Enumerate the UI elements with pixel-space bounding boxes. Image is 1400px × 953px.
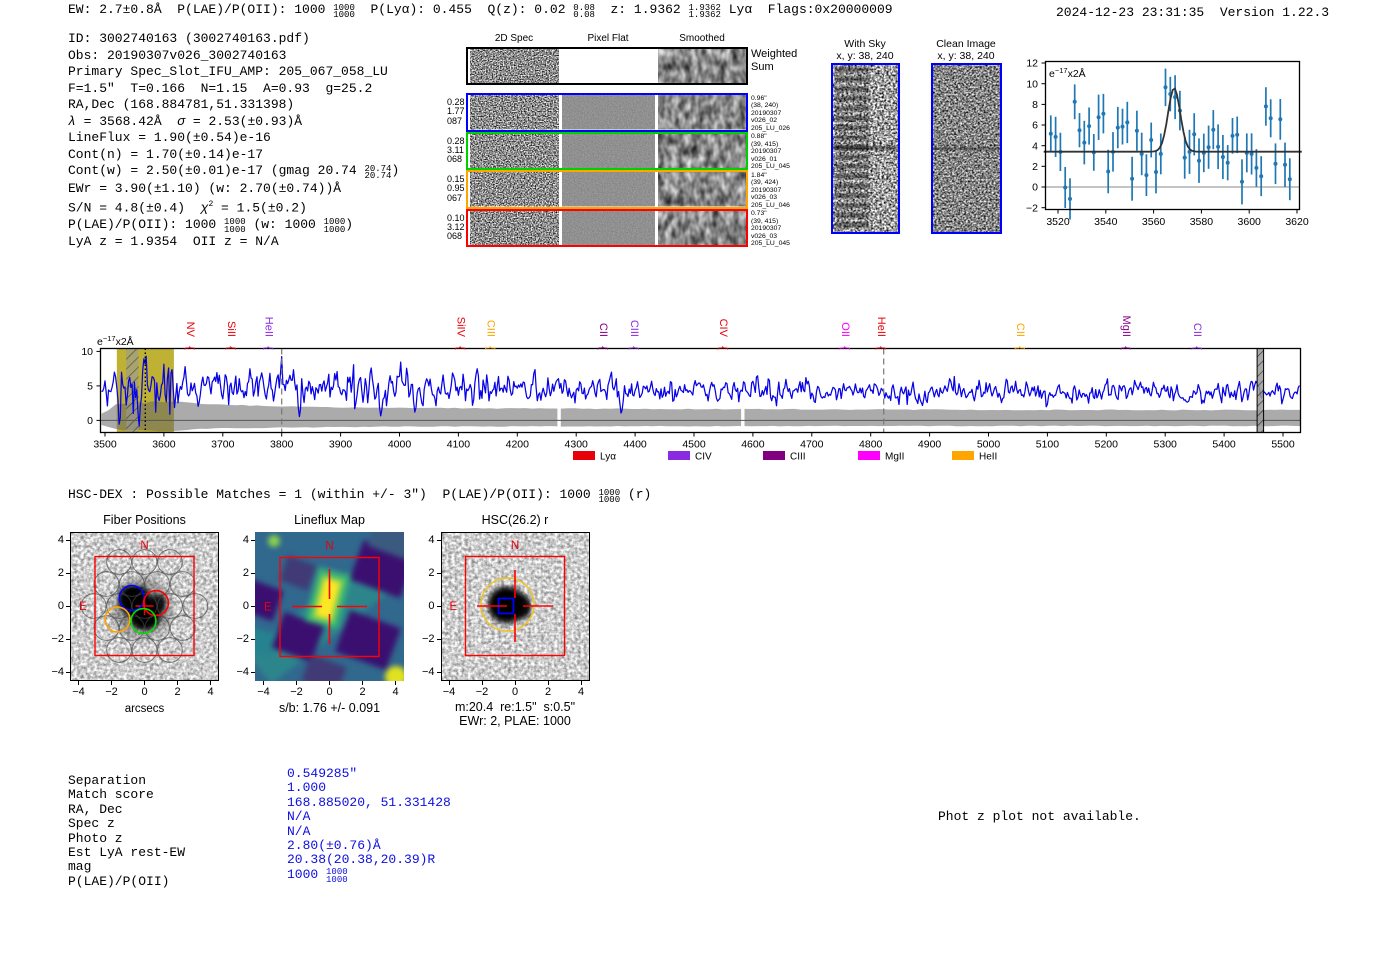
svg-text:N: N <box>511 540 519 552</box>
svg-text:E: E <box>450 601 458 613</box>
